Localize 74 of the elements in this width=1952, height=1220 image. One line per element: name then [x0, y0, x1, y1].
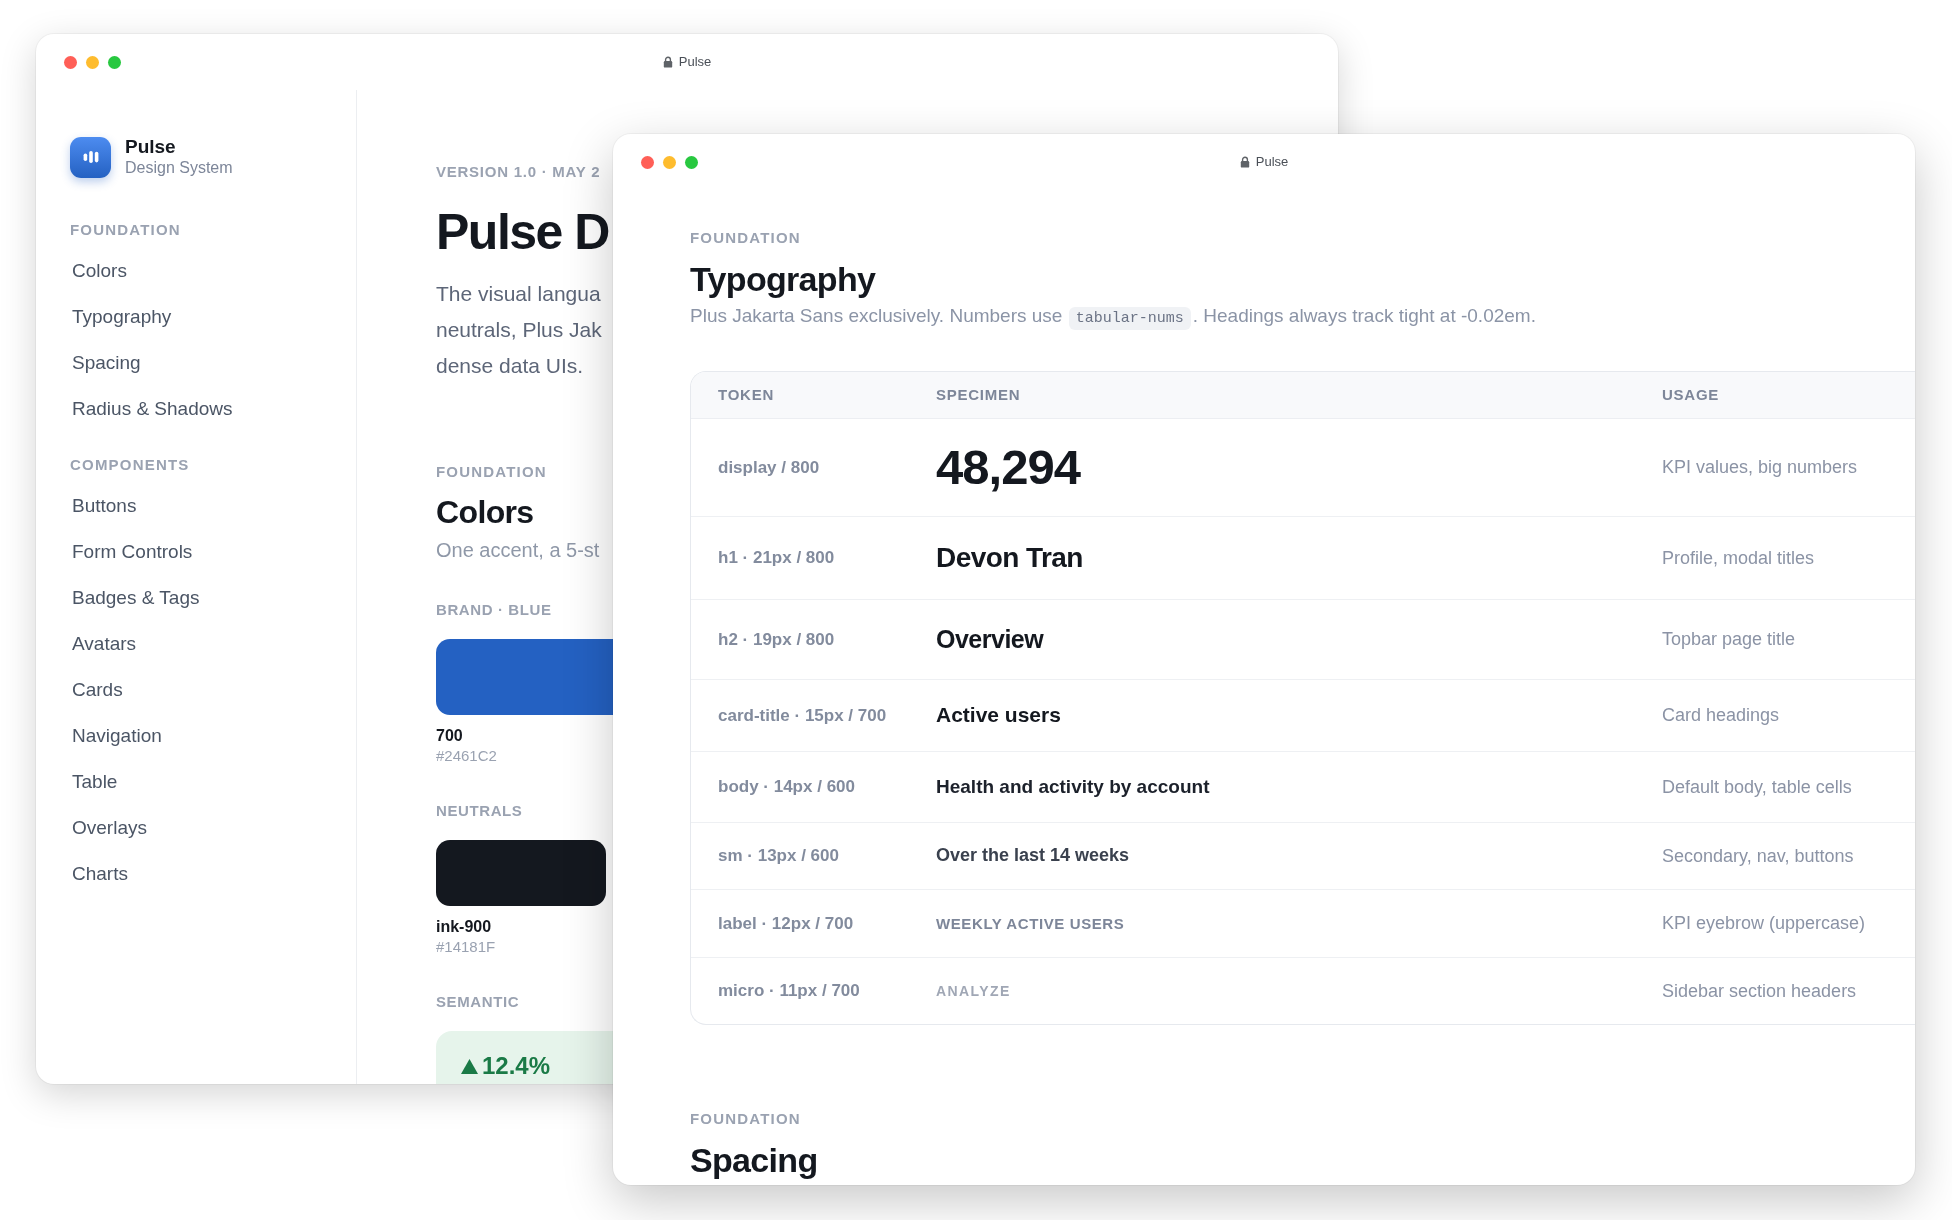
- sidebar-section-heading: FOUNDATION: [70, 220, 181, 240]
- table-cell: Topbar page title: [1662, 629, 1796, 649]
- lock-icon: [1239, 156, 1250, 168]
- version-label: VERSION 1.0 · MAY 2: [436, 162, 601, 182]
- sidebar-item[interactable]: Buttons: [72, 492, 137, 520]
- minimize-button[interactable]: [663, 155, 676, 169]
- sidebar-item[interactable]: Colors: [72, 257, 127, 285]
- table-cell: body · 14px / 600: [718, 777, 855, 797]
- table-cell: Health and activity by account: [936, 775, 1210, 797]
- window-title: Pulse: [678, 54, 712, 70]
- section-title: Spacing: [690, 1140, 818, 1181]
- page-title: Pulse D: [436, 205, 609, 260]
- table-cell: Default body, table cells: [1662, 776, 1852, 797]
- lock-icon: [662, 56, 673, 68]
- table-cell: card-title · 15px / 700: [718, 705, 887, 725]
- logo-icon: [70, 136, 111, 178]
- table-cell: Profile, modal titles: [1662, 547, 1815, 568]
- color-group-heading: BRAND · BLUE: [436, 600, 552, 620]
- table-cell: WEEKLY ACTIVE USERS: [936, 914, 1125, 932]
- sidebar-item[interactable]: Charts: [72, 860, 128, 888]
- column-header: TOKEN: [718, 386, 774, 403]
- swatch-hex: #14181F: [436, 938, 496, 956]
- table-cell: Overview: [936, 625, 1044, 653]
- sidebar-item[interactable]: Spacing: [72, 349, 141, 377]
- table-cell: KPI eyebrow (uppercase): [1662, 913, 1866, 933]
- sidebar-item[interactable]: Table: [72, 768, 118, 796]
- color-group-heading: NEUTRALS: [436, 801, 523, 821]
- sidebar-item[interactable]: Avatars: [72, 630, 137, 658]
- section-eyebrow: FOUNDATION: [436, 462, 547, 482]
- swatch-name: ink-900: [436, 917, 492, 937]
- sidebar-item[interactable]: Radius & Shadows: [72, 395, 233, 423]
- table-cell: Secondary, nav, buttons: [1662, 845, 1854, 866]
- section-eyebrow: FOUNDATION: [690, 228, 801, 248]
- color-group-heading: SEMANTIC: [436, 992, 520, 1012]
- close-button[interactable]: [64, 55, 77, 69]
- section-eyebrow: FOUNDATION: [690, 1109, 801, 1129]
- section-title: Typography: [690, 259, 876, 300]
- column-header: USAGE: [1662, 386, 1720, 403]
- table-cell: 48,294: [936, 440, 1080, 494]
- table-cell: display / 800: [718, 457, 820, 477]
- table-cell: Sidebar section headers: [1662, 980, 1857, 1001]
- table-cell: Devon Tran: [936, 542, 1083, 573]
- swatch-name: 700: [436, 726, 463, 746]
- brand-subtitle: Design System: [125, 158, 233, 178]
- sidebar-item[interactable]: Cards: [72, 676, 123, 704]
- table-cell: Over the last 14 weeks: [936, 845, 1130, 865]
- table-cell: h2 · 19px / 800: [718, 629, 835, 649]
- page-intro: The visual langua neutrals, Plus Jak dense data UIs.: [436, 281, 602, 379]
- sidebar-item[interactable]: Badges & Tags: [72, 584, 200, 612]
- table-cell: micro · 11px / 700: [718, 981, 860, 1001]
- sidebar-section-heading: COMPONENTS: [70, 455, 190, 475]
- section-title: Colors: [436, 493, 534, 531]
- table-cell: Active users: [936, 703, 1061, 726]
- sidebar-item[interactable]: Form Controls: [72, 538, 193, 566]
- table-cell: sm · 13px / 600: [718, 846, 839, 866]
- sidebar-item[interactable]: Typography: [72, 303, 172, 331]
- sidebar-item[interactable]: Navigation: [72, 722, 162, 750]
- minimize-button[interactable]: [86, 55, 99, 69]
- table-cell: label · 12px / 700: [718, 913, 854, 933]
- table-cell: h1 · 21px / 800: [718, 548, 835, 568]
- table-cell: KPI values, big numbers: [1662, 457, 1858, 477]
- window-title: Pulse: [1255, 154, 1289, 170]
- table-cell: ANALYZE: [936, 983, 1011, 999]
- table-cell: Card headings: [1662, 705, 1780, 725]
- close-button[interactable]: [641, 155, 654, 169]
- swatch-hex: #2461C2: [436, 747, 497, 765]
- zoom-button[interactable]: [108, 55, 121, 69]
- section-description: Plus Jakarta Sans exclusively. Numbers use tabular-nums . Headings always track tight at -0.02em.: [690, 303, 1536, 332]
- trend-value: 12.4%: [482, 1052, 551, 1080]
- section-description: One accent, a 5-st: [436, 538, 600, 563]
- column-header: SPECIMEN: [936, 386, 1021, 403]
- sidebar-item[interactable]: Overlays: [72, 814, 147, 842]
- brand-name: Pulse: [125, 136, 176, 158]
- zoom-button[interactable]: [685, 155, 698, 169]
